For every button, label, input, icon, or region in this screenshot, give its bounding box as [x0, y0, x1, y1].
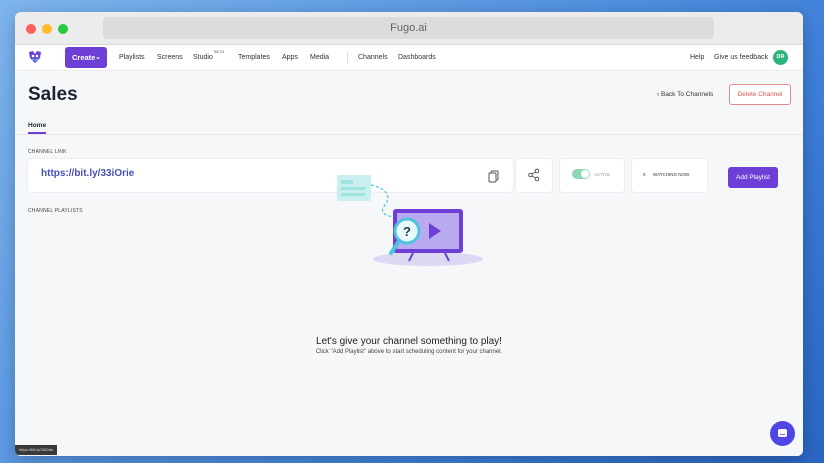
chevron-left-icon: ‹ — [657, 91, 660, 98]
active-toggle-card: ACTIVE — [560, 159, 624, 192]
close-window-button[interactable] — [26, 24, 36, 34]
top-navbar: Create ⌄ Playlists Screens Studio BETA T… — [15, 45, 803, 71]
nav-apps[interactable]: Apps — [282, 45, 298, 71]
chat-support-button[interactable] — [770, 421, 795, 446]
back-to-channels-link[interactable]: ‹ Back To Channels — [657, 91, 713, 98]
status-bar-url: https://bit.ly/33iOrie — [15, 445, 58, 455]
chat-icon — [778, 429, 787, 437]
watching-label: WATCHING NOW — [653, 172, 690, 177]
nav-divider — [347, 52, 348, 64]
minimize-window-button[interactable] — [42, 24, 52, 34]
nav-templates[interactable]: Templates — [238, 45, 270, 71]
active-label: ACTIVE — [594, 172, 611, 177]
watching-now-card: 0 WATCHING NOW — [632, 159, 707, 192]
browser-window: Fugo.ai Create ⌄ Playlists Screens Studi… — [15, 12, 803, 456]
nav-channels[interactable]: Channels — [358, 45, 388, 71]
create-button[interactable]: Create ⌄ — [65, 47, 107, 68]
avatar[interactable]: DR — [773, 50, 788, 65]
channel-playlists-label: CHANNEL PLAYLISTS — [28, 208, 83, 214]
svg-text:?: ? — [403, 224, 411, 239]
studio-beta-badge: BETA — [214, 49, 225, 54]
maximize-window-button[interactable] — [58, 24, 68, 34]
main-content: Sales ‹ Back To Channels Delete Channel … — [15, 71, 803, 456]
nav-feedback[interactable]: Give us feedback — [714, 45, 768, 71]
delete-channel-button[interactable]: Delete Channel — [729, 84, 791, 105]
page-title: Sales — [28, 84, 78, 105]
nav-media[interactable]: Media — [310, 45, 329, 71]
share-button[interactable] — [516, 159, 552, 192]
tab-home[interactable]: Home — [28, 122, 46, 129]
copy-icon[interactable] — [487, 169, 501, 183]
nav-help[interactable]: Help — [690, 45, 704, 71]
watching-count: 0 — [643, 172, 646, 177]
share-icon — [528, 168, 540, 182]
nav-dashboards[interactable]: Dashboards — [398, 45, 436, 71]
browser-titlebar: Fugo.ai — [15, 12, 803, 45]
empty-state-subtitle: Click "Add Playlist" above to start sche… — [315, 349, 503, 355]
add-playlist-button[interactable]: Add Playlist — [728, 167, 778, 188]
empty-playlist-illustration-icon: ? — [337, 175, 483, 266]
nav-studio[interactable]: Studio — [193, 45, 213, 71]
nav-playlists[interactable]: Playlists — [119, 45, 145, 71]
create-button-label: Create — [72, 53, 96, 62]
nav-screens[interactable]: Screens — [157, 45, 183, 71]
empty-state-title: Let's give your channel something to pla… — [316, 336, 502, 347]
channel-url[interactable]: https://bit.ly/33iOrie — [41, 168, 134, 179]
back-link-label: Back To Channels — [660, 91, 714, 98]
tabs-divider — [15, 134, 803, 135]
fugo-logo-icon[interactable] — [27, 49, 43, 65]
channel-link-label: CHANNEL LINK — [28, 149, 67, 155]
address-bar[interactable]: Fugo.ai — [103, 17, 714, 39]
chevron-down-icon: ⌄ — [95, 54, 101, 61]
active-toggle[interactable] — [572, 169, 590, 179]
